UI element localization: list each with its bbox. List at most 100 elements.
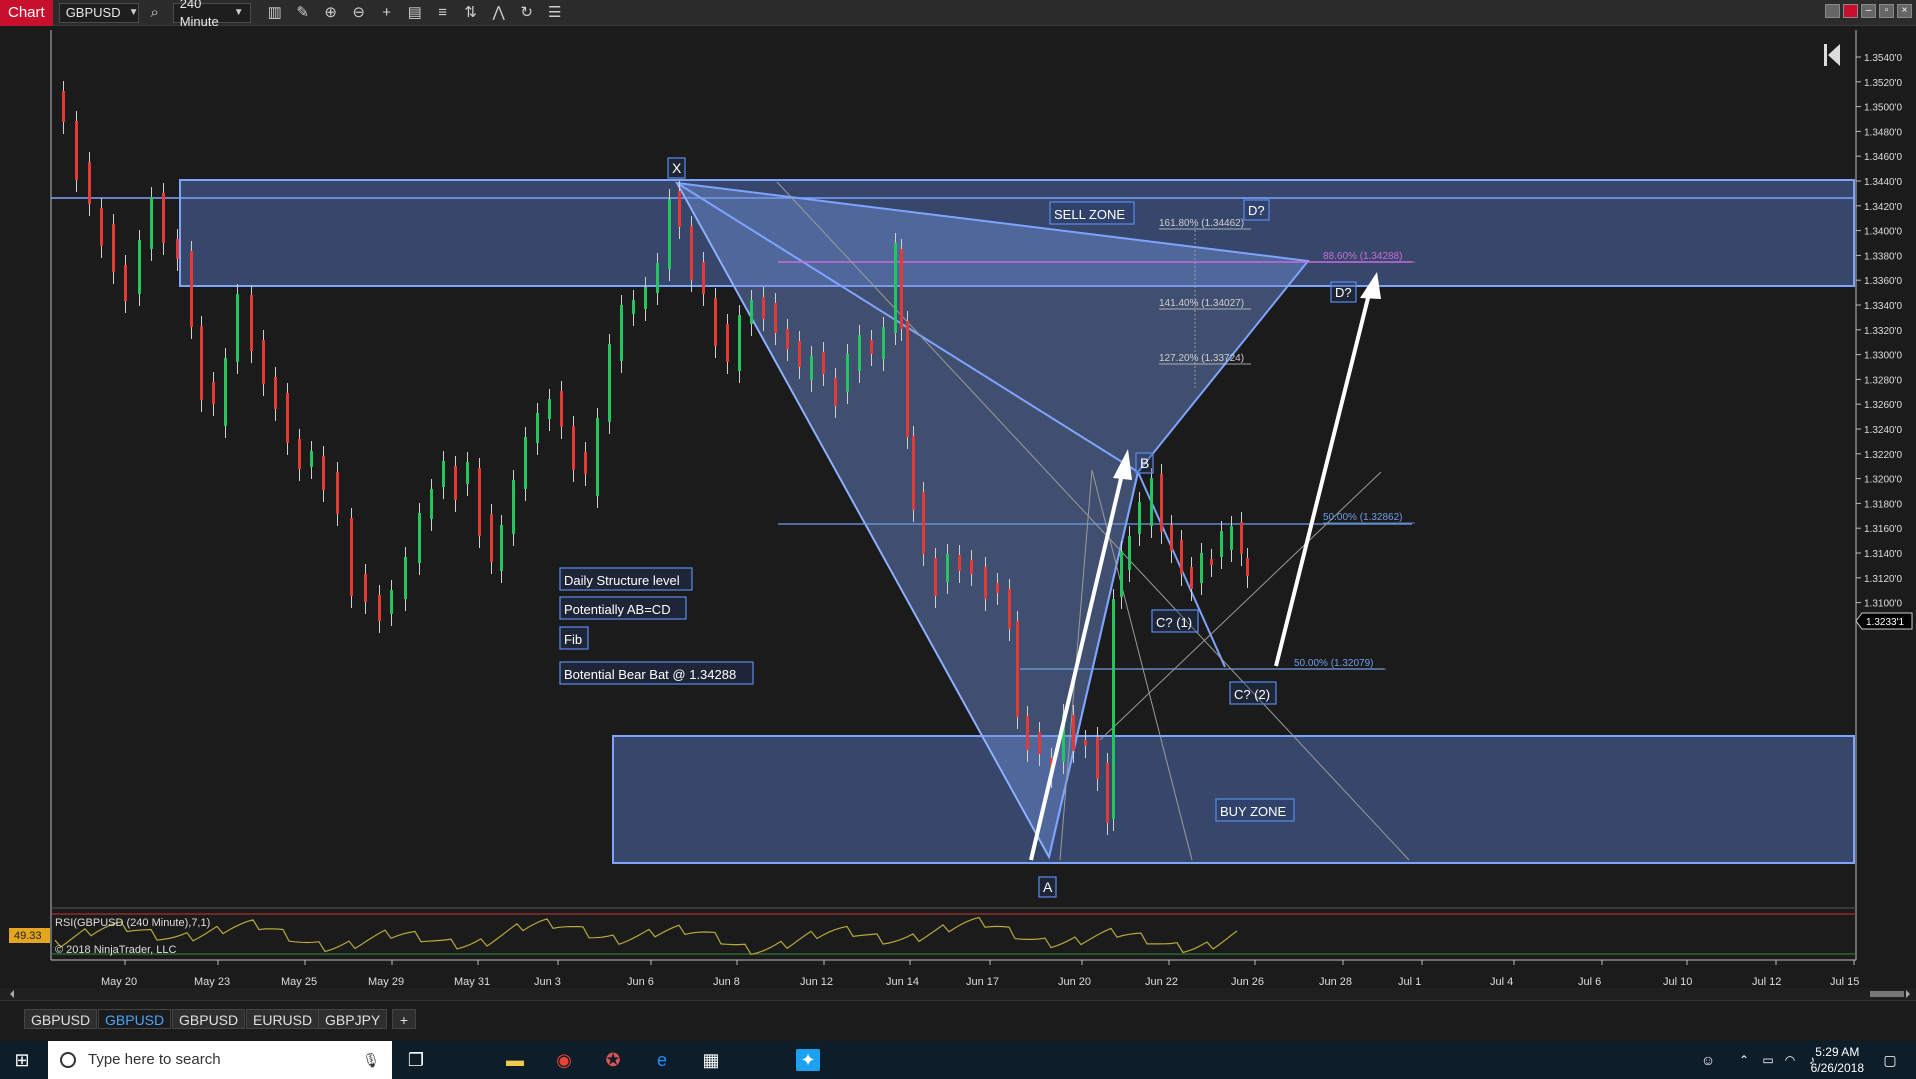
tile-button[interactable] xyxy=(1825,4,1840,18)
chevron-down-icon: ▼ xyxy=(128,6,139,18)
buy-zone-label-text: BUY ZONE xyxy=(1220,804,1287,819)
candle-down xyxy=(984,567,987,599)
candle-down xyxy=(1038,732,1041,754)
tab-gbpusd-2[interactable]: GBPUSD xyxy=(98,1009,172,1029)
taskbar-clock[interactable]: 5:29 AM 6/26/2018 xyxy=(1811,1044,1864,1076)
edge-icon[interactable]: e xyxy=(650,1049,674,1071)
properties-icon[interactable]: ☰ xyxy=(543,2,567,24)
price-label: 1.3400'0 xyxy=(1864,227,1902,238)
copyright-text: © 2018 NinjaTrader, LLC xyxy=(55,944,176,956)
tray-overflow-icon[interactable]: ⌃ xyxy=(1732,1049,1756,1071)
crosshair-icon[interactable]: + xyxy=(375,2,399,24)
note-fib[interactable]: Fib xyxy=(559,626,589,650)
reload-icon[interactable]: ↻ xyxy=(515,2,539,24)
minimize-button[interactable]: – xyxy=(1861,4,1876,18)
candle-down xyxy=(584,452,587,474)
candle-down xyxy=(378,595,381,621)
date-label: Jul 1 xyxy=(1398,976,1421,988)
candle-down xyxy=(262,340,265,384)
price-label: 1.3500'0 xyxy=(1864,103,1902,114)
candle-down xyxy=(336,472,339,514)
ninjatrader-icon[interactable]: ✪ xyxy=(601,1049,625,1071)
point-a-label[interactable]: A xyxy=(1038,876,1057,898)
tab-gbpusd-3[interactable]: GBPUSD xyxy=(172,1009,246,1029)
people-icon[interactable]: ☺ xyxy=(1696,1049,1720,1071)
date-label: Jun 17 xyxy=(966,976,999,988)
note-bear-bat[interactable]: Botential Bear Bat @ 1.34288 xyxy=(559,661,754,685)
sell-zone-label-text: SELL ZONE xyxy=(1054,207,1125,222)
point-d1-label[interactable]: D? xyxy=(1243,199,1270,221)
candle-down xyxy=(162,193,165,243)
action-center-icon[interactable]: ▢ xyxy=(1878,1049,1902,1071)
timeframe-select[interactable]: 240 Minute ▼ xyxy=(172,0,251,29)
add-tab-button[interactable]: + xyxy=(392,1009,416,1029)
point-c2-label[interactable]: C? (2) xyxy=(1229,681,1277,705)
horizontal-scrollbar[interactable] xyxy=(0,988,1916,1000)
zoom-in-icon[interactable]: ⊕ xyxy=(319,2,343,24)
candle-up xyxy=(608,344,611,422)
point-x-label[interactable]: X xyxy=(667,157,686,179)
candle-down xyxy=(1160,474,1163,532)
zoom-out-icon[interactable]: ⊖ xyxy=(347,2,371,24)
candle-down xyxy=(726,324,729,362)
note-ab-cd[interactable]: Potentially AB=CD xyxy=(559,596,687,620)
data-box-icon[interactable]: ▤ xyxy=(403,2,427,24)
candle-down xyxy=(1210,559,1213,565)
point-b-label[interactable]: B xyxy=(1135,452,1154,474)
candle-down xyxy=(798,341,801,367)
candle-down xyxy=(996,583,999,593)
price-chart[interactable]: X A B C? (1) C? (2) D? D? SELL ZONE BUY ZONE Dail… xyxy=(0,26,1916,1000)
task-view-icon[interactable]: ❐ xyxy=(404,1049,428,1071)
cortana-icon xyxy=(60,1052,76,1068)
candle-up xyxy=(858,335,861,371)
note-daily-structure[interactable]: Daily Structure level xyxy=(559,567,693,591)
price-label: 1.3340'0 xyxy=(1864,301,1902,312)
candle-down xyxy=(200,326,203,400)
candle-up xyxy=(750,300,753,324)
chevron-down-icon: ▼ xyxy=(233,6,244,18)
price-label: 1.3540'0 xyxy=(1864,53,1902,64)
candle-down xyxy=(286,393,289,443)
link-button[interactable] xyxy=(1843,4,1858,18)
candle-down xyxy=(786,329,789,349)
strategies-icon[interactable]: ⇅ xyxy=(459,2,483,24)
windows-start-icon[interactable]: ⊞ xyxy=(10,1049,34,1071)
twitter-icon[interactable]: ✦ xyxy=(796,1049,820,1071)
fib-88-label: 88.60% (1.34288) xyxy=(1323,251,1403,262)
point-c2-label-text: C? (2) xyxy=(1234,687,1270,702)
drawing-pencil-icon[interactable]: ✎ xyxy=(291,2,315,24)
drawing-tools-icon[interactable]: ⋀ xyxy=(487,2,511,24)
candle-up xyxy=(236,294,239,362)
battery-icon[interactable]: ▭ xyxy=(1756,1049,1780,1071)
tab-eurusd[interactable]: EURUSD xyxy=(246,1009,320,1029)
indicators-icon[interactable]: ≡ xyxy=(431,2,455,24)
tab-gbpjpy[interactable]: GBPJPY xyxy=(318,1009,388,1029)
sell-zone-label[interactable]: SELL ZONE xyxy=(1049,201,1135,225)
calculator-icon[interactable]: ▦ xyxy=(699,1049,723,1071)
maximize-button[interactable]: ▫ xyxy=(1879,4,1894,18)
point-d2-label[interactable]: D? xyxy=(1330,281,1357,303)
scrollbar-thumb[interactable] xyxy=(1870,991,1904,997)
candle-down xyxy=(822,352,825,374)
date-label: Jun 6 xyxy=(627,976,654,988)
taskbar-search-input[interactable]: Type here to search 🎙 xyxy=(48,1041,392,1079)
instrument-select[interactable]: GBPUSD ▼ xyxy=(58,2,139,23)
candle-down xyxy=(100,208,103,246)
close-button[interactable]: × xyxy=(1897,4,1912,18)
date-label: Jun 12 xyxy=(800,976,833,988)
tab-gbpusd-1[interactable]: GBPUSD xyxy=(24,1009,98,1029)
buy-zone-label[interactable]: BUY ZONE xyxy=(1215,798,1295,822)
file-explorer-icon[interactable]: ▬ xyxy=(503,1049,527,1071)
chrome-icon[interactable]: ◉ xyxy=(552,1049,576,1071)
date-label: May 23 xyxy=(194,976,230,988)
note-fib-text: Fib xyxy=(564,632,582,647)
wifi-icon[interactable]: ◠ xyxy=(1778,1049,1802,1071)
bar-style-icon[interactable]: ▥ xyxy=(263,2,287,24)
rsi-title: RSI(GBPUSD (240 Minute),7,1) xyxy=(55,917,210,929)
candle-up xyxy=(512,480,515,534)
point-c1-label[interactable]: C? (1) xyxy=(1151,609,1199,633)
microphone-icon[interactable]: 🎙 xyxy=(362,1041,380,1079)
date-label: Jun 3 xyxy=(534,976,561,988)
price-label: 1.3260'0 xyxy=(1864,400,1902,411)
search-icon[interactable]: ⌕ xyxy=(143,2,167,24)
